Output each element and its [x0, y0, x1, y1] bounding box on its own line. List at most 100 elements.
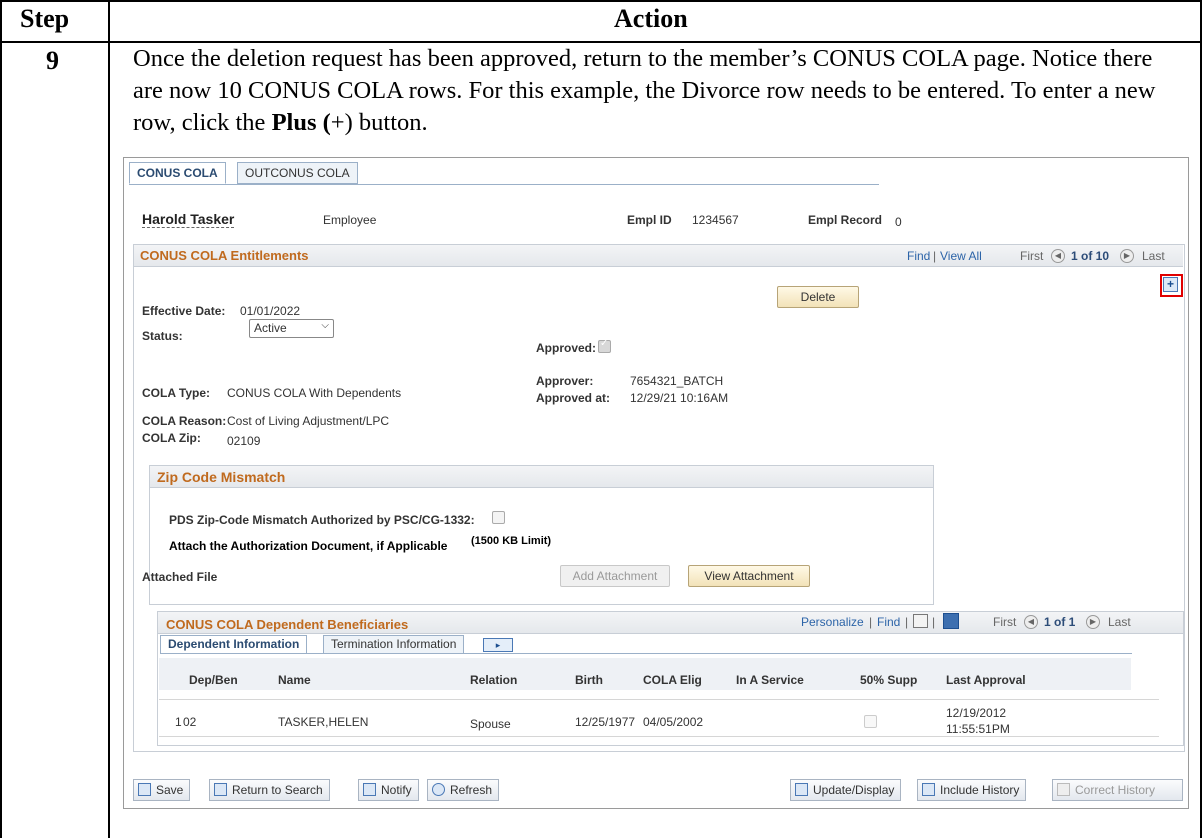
- effective-date-label: Effective Date:: [142, 304, 226, 318]
- cell-name: TASKER,HELEN: [278, 715, 369, 729]
- update-display-icon: [795, 783, 808, 796]
- return-label: Return to Search: [232, 783, 323, 797]
- attach-doc-label: Attach the Authorization Document, if Ap…: [169, 539, 448, 553]
- refresh-button[interactable]: Refresh: [427, 779, 500, 801]
- employee-type: Employee: [323, 213, 377, 227]
- notify-button[interactable]: Notify: [358, 779, 419, 801]
- save-button[interactable]: Save: [133, 779, 191, 801]
- first-label: First: [1020, 249, 1044, 263]
- col-birth: Birth: [575, 673, 603, 687]
- dep-row-count: 1 of 1: [1044, 615, 1076, 629]
- cola-zip-value: 02109: [227, 434, 261, 448]
- prev-row-icon[interactable]: ◀: [1051, 248, 1065, 263]
- row-number: 1: [175, 715, 182, 729]
- tab-outconus-cola[interactable]: OUTCONUS COLA: [237, 162, 358, 184]
- cell-last-approval-time: 11:55:51PM: [946, 722, 1010, 736]
- cell-cola-elig: 04/05/2002: [643, 715, 704, 729]
- col-last-approval: Last Approval: [946, 673, 1026, 687]
- col-50-supp: 50% Supp: [860, 673, 918, 687]
- refresh-icon: [432, 783, 445, 796]
- dep-next-icon[interactable]: ▶: [1086, 614, 1100, 629]
- chevron-down-icon: ⌵: [321, 320, 329, 331]
- notify-icon: [363, 783, 376, 796]
- download-grid-icon[interactable]: [943, 613, 959, 629]
- check-icon: ✓: [600, 338, 609, 349]
- status-label: Status:: [142, 329, 183, 343]
- last-label: Last: [1142, 249, 1165, 263]
- refresh-label: Refresh: [450, 783, 493, 797]
- return-to-search-button[interactable]: Return to Search: [209, 779, 330, 801]
- instruction-text: Once the deletion request has been appro…: [133, 45, 1156, 136]
- save-label: Save: [156, 783, 184, 797]
- dep-prev-icon[interactable]: ◀: [1024, 614, 1038, 629]
- tab-conus-cola[interactable]: CONUS COLA: [129, 162, 226, 184]
- status-select[interactable]: Active ⌵: [249, 319, 334, 338]
- view-all-link[interactable]: View All: [940, 249, 982, 263]
- tab-termination-information[interactable]: Termination Information: [323, 635, 465, 654]
- link-sep: |: [933, 249, 937, 263]
- include-history-button[interactable]: Include History: [917, 779, 1027, 801]
- col-relation: Relation: [470, 673, 518, 687]
- add-attachment-button: Add Attachment: [560, 565, 670, 587]
- zoom-grid-icon[interactable]: [913, 614, 928, 628]
- update-display-button[interactable]: Update/Display: [790, 779, 902, 801]
- delete-button[interactable]: Delete: [777, 286, 859, 308]
- entitlements-title: CONUS COLA Entitlements: [140, 248, 309, 263]
- empl-record-label: Empl Record: [808, 213, 883, 227]
- approved-label: Approved:: [536, 341, 596, 355]
- status-select-value: Active: [254, 321, 287, 335]
- cell-last-approval-date: 12/19/2012: [946, 706, 1007, 720]
- personalize-link[interactable]: Personalize: [801, 615, 864, 629]
- include-history-label: Include History: [940, 783, 1020, 797]
- dep-find-link[interactable]: Find: [877, 615, 900, 629]
- step-header: Step: [20, 4, 70, 33]
- approved-at-label: Approved at:: [536, 391, 611, 405]
- row-count: 1 of 10: [1071, 249, 1110, 263]
- attached-file-label: Attached File: [142, 570, 218, 584]
- col-name: Name: [278, 673, 311, 687]
- col-cola-elig: COLA Elig: [643, 673, 702, 687]
- save-icon: [138, 783, 151, 796]
- pds-mismatch-checkbox[interactable]: [492, 511, 505, 524]
- include-history-icon: [922, 783, 935, 796]
- empl-id-value: 1234567: [692, 213, 739, 227]
- dep-last-label: Last: [1108, 615, 1131, 629]
- approver-value: 7654321_BATCH: [630, 374, 724, 388]
- approver-label: Approver:: [536, 374, 594, 388]
- grid-row-separator: [159, 736, 1159, 737]
- find-link[interactable]: Find: [907, 249, 930, 263]
- effective-date-value: 01/01/2022: [240, 304, 301, 318]
- dependents-title: CONUS COLA Dependent Beneficiaries: [166, 617, 409, 632]
- cola-zip-label: COLA Zip:: [142, 431, 201, 445]
- dep-tab-line: [160, 653, 1132, 654]
- notify-label: Notify: [381, 783, 412, 797]
- update-label: Update/Display: [813, 783, 895, 797]
- link-sep: |: [932, 615, 936, 629]
- view-attachment-button[interactable]: View Attachment: [688, 565, 810, 587]
- table-border-top: [0, 0, 1202, 2]
- return-search-icon: [214, 783, 227, 796]
- size-limit-label: (1500 KB Limit): [471, 535, 552, 547]
- action-header: Action: [614, 4, 688, 33]
- table-border-left: [0, 0, 2, 838]
- next-row-icon[interactable]: ▶: [1120, 248, 1134, 263]
- tab-dependent-information[interactable]: Dependent Information: [160, 635, 308, 654]
- employee-name: Harold Tasker: [142, 211, 235, 228]
- show-all-columns-icon[interactable]: ▸: [483, 638, 513, 652]
- approved-at-value: 12/29/21 10:16AM: [630, 391, 729, 405]
- add-row-plus-button[interactable]: +: [1163, 277, 1178, 292]
- correct-history-icon: [1057, 783, 1070, 796]
- zip-mismatch-title: Zip Code Mismatch: [157, 469, 286, 485]
- cola-type-label: COLA Type:: [142, 386, 210, 400]
- correct-history-button: Correct History: [1052, 779, 1183, 801]
- dep-first-label: First: [993, 615, 1017, 629]
- cola-type-value: CONUS COLA With Dependents: [227, 386, 402, 400]
- table-border-mid: [108, 0, 110, 838]
- step-number: 9: [46, 46, 59, 75]
- cell-relation: Spouse: [470, 717, 511, 731]
- grid-row-separator: [159, 699, 1159, 700]
- pds-mismatch-label: PDS Zip-Code Mismatch Authorized by PSC/…: [169, 513, 475, 527]
- approved-checkbox: ✓: [598, 338, 611, 353]
- link-sep: |: [905, 615, 909, 629]
- cola-reason-value: Cost of Living Adjustment/LPC: [227, 414, 390, 428]
